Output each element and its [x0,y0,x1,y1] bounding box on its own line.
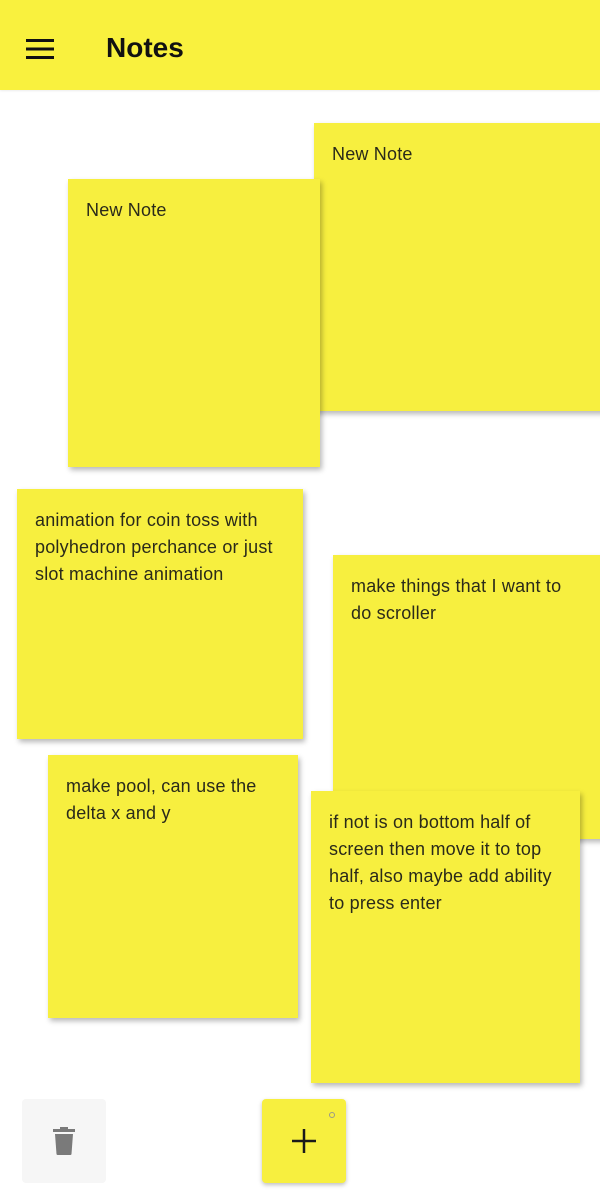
note-text: animation for coin toss with polyhedron … [35,510,278,584]
plus-icon [292,1129,316,1153]
trash-icon [53,1127,75,1155]
delete-button[interactable] [22,1099,106,1183]
page-title: Notes [106,32,184,63]
sticky-note[interactable]: New Note [314,123,600,411]
note-text: make pool, can use the delta x and y [66,776,262,823]
note-text: if not is on bottom half of screen then … [329,812,557,913]
note-text: New Note [332,144,413,164]
menu-button[interactable] [18,27,62,71]
notes-app: Notes New Note New Note make things that… [0,0,600,1203]
hamburger-menu-icon [26,39,54,59]
sticky-note[interactable]: make pool, can use the delta x and y [48,755,298,1018]
notes-canvas: New Note New Note make things that I wan… [0,90,600,1203]
add-note-button[interactable] [262,1099,346,1183]
sticky-note[interactable]: New Note [68,179,320,467]
note-text: New Note [86,200,167,220]
note-text: make things that I want to do scroller [351,576,567,623]
sticky-note[interactable]: animation for coin toss with polyhedron … [17,489,303,739]
sticky-note[interactable]: if not is on bottom half of screen then … [311,791,580,1083]
ripple-indicator [329,1112,335,1118]
app-bar: Notes [0,0,600,90]
